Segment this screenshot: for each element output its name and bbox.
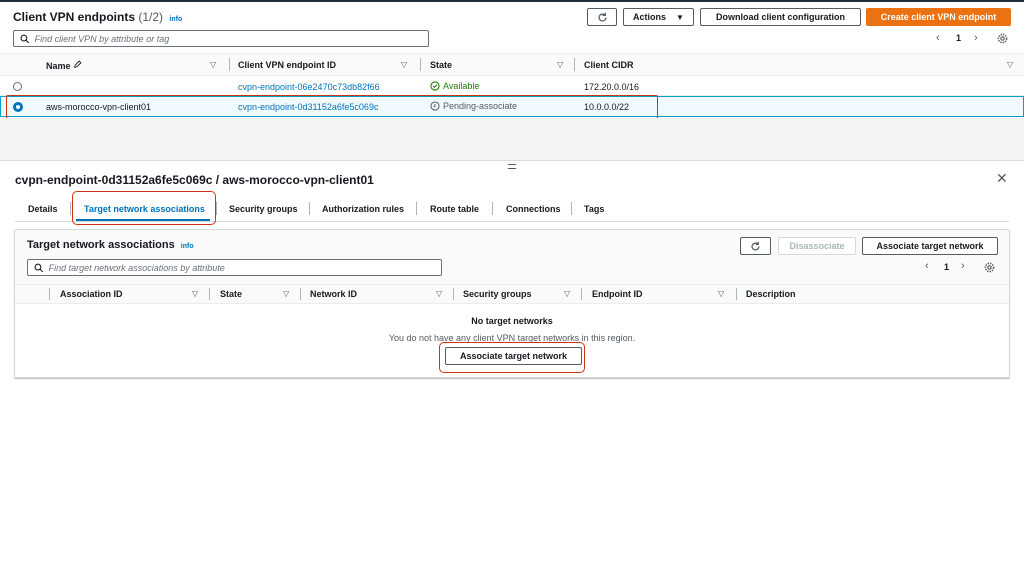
table-row[interactable]: cvpn-endpoint-06e2470c73db82f66 Availabl… [0, 76, 1024, 96]
gear-icon[interactable] [997, 33, 1008, 44]
split-panel-top-border [0, 160, 1024, 161]
column-divider [574, 58, 575, 71]
tab-divider [70, 202, 71, 215]
page-title-text: Client VPN endpoints [13, 10, 136, 24]
highlight-selected-row [6, 95, 658, 119]
disassociate-button[interactable]: Disassociate [778, 237, 856, 255]
close-icon[interactable]: ✕ [996, 170, 1008, 187]
associations-search-input[interactable] [27, 259, 442, 276]
search-input-field[interactable] [34, 33, 428, 44]
sort-icon[interactable]: ▽ [1007, 60, 1013, 69]
chevron-left-icon[interactable]: ‹ [925, 260, 929, 272]
tab-divider [309, 202, 310, 215]
endpoint-state: Available [430, 81, 479, 91]
actions-dropdown[interactable]: Actions ▼ [623, 8, 694, 26]
gear-icon[interactable] [984, 262, 995, 273]
column-divider [420, 58, 421, 71]
detail-title: cvpn-endpoint-0d31152a6fe5c069c / aws-mo… [15, 173, 374, 187]
row-radio[interactable] [13, 82, 22, 91]
refresh-button[interactable] [740, 237, 771, 255]
column-divider [581, 288, 582, 300]
tab-divider [571, 202, 572, 215]
highlight-associate-button [439, 342, 585, 373]
highlight-active-tab [72, 191, 216, 225]
search-icon [34, 263, 44, 272]
tab-security-groups[interactable]: Security groups [229, 204, 298, 214]
info-link[interactable]: info [169, 16, 182, 23]
tab-details[interactable]: Details [28, 204, 58, 214]
column-divider [209, 288, 210, 300]
tab-connections[interactable]: Connections [506, 204, 561, 214]
sort-icon[interactable]: ▽ [210, 60, 216, 69]
sort-icon[interactable]: ▽ [718, 289, 724, 298]
tab-divider [216, 202, 217, 215]
info-link[interactable]: info [181, 243, 194, 250]
empty-state-title: No target networks [471, 316, 553, 326]
refresh-icon [751, 241, 760, 251]
sort-icon[interactable]: ▽ [557, 60, 563, 69]
sort-icon[interactable]: ▽ [564, 289, 570, 298]
column-divider [49, 288, 50, 300]
chevron-right-icon[interactable]: › [974, 32, 978, 44]
column-header-security-groups[interactable]: Security groups [463, 289, 532, 299]
column-header-client-cidr[interactable]: Client CIDR [584, 60, 634, 70]
refresh-icon [598, 12, 607, 22]
create-endpoint-button[interactable]: Create client VPN endpoint [866, 8, 1011, 26]
column-divider [229, 58, 230, 71]
sort-icon[interactable]: ▽ [436, 289, 442, 298]
column-header-state[interactable]: State [430, 60, 452, 70]
sort-icon[interactable]: ▽ [401, 60, 407, 69]
associate-target-network-button[interactable]: Associate target network [862, 237, 998, 255]
drag-handle-icon[interactable] [508, 164, 516, 169]
column-header-description[interactable]: Description [746, 289, 796, 299]
tab-tags[interactable]: Tags [584, 204, 604, 214]
actions-label: Actions [633, 12, 667, 22]
page-number[interactable]: 1 [956, 33, 961, 43]
sort-icon[interactable]: ▽ [192, 289, 198, 298]
split-panel-band [0, 118, 1024, 160]
refresh-button[interactable] [587, 8, 617, 26]
column-header-endpoint-id[interactable]: Endpoint ID [592, 289, 643, 299]
associations-title: Target network associations info [27, 239, 194, 251]
chevron-right-icon[interactable]: › [961, 260, 965, 272]
tab-divider [492, 202, 493, 215]
tab-authorization-rules[interactable]: Authorization rules [322, 204, 404, 214]
column-header-association-id[interactable]: Association ID [60, 289, 123, 299]
column-header-network-id[interactable]: Network ID [310, 289, 357, 299]
endpoint-id-link[interactable]: cvpn-endpoint-06e2470c73db82f66 [238, 82, 380, 92]
column-divider [300, 288, 301, 300]
column-header-state[interactable]: State [220, 289, 242, 299]
chevron-left-icon[interactable]: ‹ [936, 32, 940, 44]
column-divider [453, 288, 454, 300]
page-title: Client VPN endpoints (1/2) info [13, 10, 182, 24]
pagination: ‹ 1 › [936, 32, 986, 45]
caret-down-icon: ▼ [676, 12, 684, 22]
column-header-name[interactable]: Name [46, 60, 82, 71]
sort-icon[interactable]: ▽ [283, 289, 289, 298]
pencil-icon [74, 60, 82, 68]
associations-search-field[interactable] [48, 262, 441, 273]
endpoints-table-header [0, 53, 1024, 76]
tab-divider [416, 202, 417, 215]
search-input[interactable] [13, 30, 429, 47]
check-circle-icon [430, 81, 440, 91]
page-number[interactable]: 1 [944, 262, 949, 272]
client-cidr: 172.20.0.0/16 [584, 82, 640, 92]
top-border [0, 0, 1024, 2]
tab-route-table[interactable]: Route table [430, 204, 479, 214]
endpoint-count: (1/2) [138, 10, 164, 24]
download-config-button[interactable]: Download client configuration [700, 8, 861, 26]
search-icon [20, 34, 30, 43]
column-header-endpoint-id[interactable]: Client VPN endpoint ID [238, 60, 336, 70]
column-divider [736, 288, 737, 300]
